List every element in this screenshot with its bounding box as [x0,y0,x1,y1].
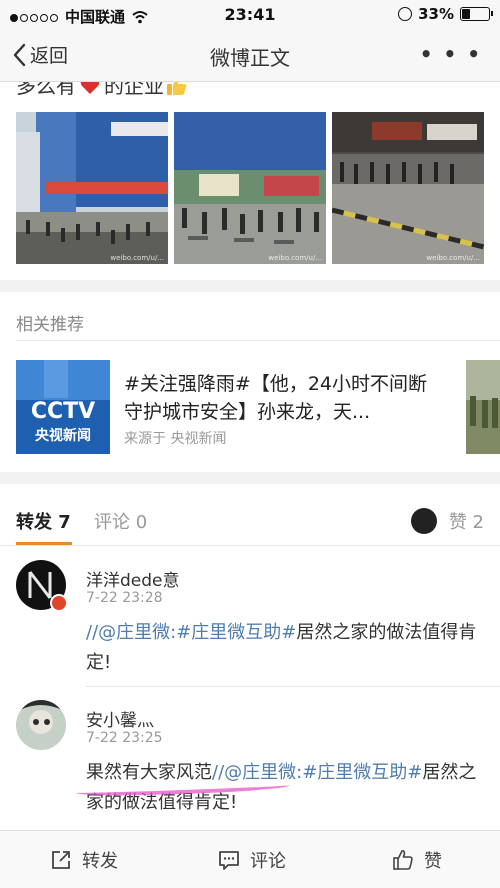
repost-user-name[interactable]: 洋洋dede意 [86,566,180,591]
more-options-button[interactable]: • • • [420,42,482,66]
status-bar: 中国联通 23:41 33% [0,0,500,30]
post-photo-grid: weibo.com/u/... weibo.com/u/... weibo.co… [16,112,484,264]
photo-watermark: weibo.com/u/... [426,254,480,262]
post-text-line: 多么有 的企业 [16,82,188,104]
divider [0,545,500,546]
battery-percent: 33% [418,5,454,23]
repost-user-name[interactable]: 安小馨灬 [86,706,154,731]
avatar[interactable] [16,700,66,750]
store-crowd-photo-3 [332,112,484,264]
store-crowd-photo-1 [16,112,168,264]
comment-bubble-icon [219,851,239,870]
repost-text: //@庄里微:#庄里微互助#居然之家的做法值得肯定! [86,618,486,678]
tab-like[interactable]: 赞 2 [410,508,484,534]
thumbs-up-icon [393,849,413,870]
comment-button-label: 评论 [250,851,286,872]
post-text-start: 多么有 [16,82,76,98]
photo-watermark: weibo.com/u/... [110,254,164,262]
divider [16,340,500,341]
related-card-title: #关注强降雨#【他，24小时不间断守护城市安全】孙来龙，天... [124,373,428,423]
divider [86,686,500,687]
hashtag-link[interactable]: #庄里微互助# [176,622,296,643]
rotation-lock-icon [398,7,413,21]
like-button[interactable]: 赞 [392,847,442,873]
store-crowd-photo-2 [174,112,326,264]
section-divider [0,280,500,292]
comment-button[interactable]: 评论 [218,847,286,873]
post-photo[interactable]: weibo.com/u/... [332,112,484,264]
related-card-source: 来源于 央视新闻 [124,431,227,447]
repost-text-prefix: 果然有大家风范 [86,762,212,783]
related-card-thumbnail: CCTV 央视新闻 [16,360,110,454]
verified-badge [50,594,68,612]
liker-avatar [410,508,437,534]
mention-link[interactable]: //@庄里微: [212,762,302,783]
post-text-end: 的企业 [104,82,164,98]
tab-like-label: 赞 2 [448,512,484,533]
post-photo[interactable]: weibo.com/u/... [16,112,168,264]
tab-repost[interactable]: 转发 7 [16,508,71,534]
photo-watermark: weibo.com/u/... [268,254,322,262]
tab-comment[interactable]: 评论 0 [94,508,147,534]
mention-link[interactable]: //@庄里微: [86,622,176,643]
hashtag-link[interactable]: #庄里微互助# [302,762,422,783]
repost-time: 7-22 23:28 [86,590,163,606]
repost-share-icon [52,851,70,869]
heart-emoji-icon [80,82,100,94]
navigation-bar: 返回 微博正文 • • • [0,30,500,82]
bottom-toolbar: 转发 评论 赞 [0,830,500,888]
cctv-logo: CCTV [31,399,95,424]
like-button-label: 赞 [424,851,442,872]
repost-time: 7-22 23:25 [86,730,163,746]
repost-button-label: 转发 [82,851,118,872]
section-divider [0,472,500,484]
battery-icon [460,7,493,21]
related-card[interactable]: CCTV 央视新闻 #关注强降雨#【他，24小时不间断守护城市安全】孙来龙，天.… [16,358,456,458]
post-photo[interactable]: weibo.com/u/... [174,112,326,264]
thumbs-up-emoji-icon [167,82,187,95]
related-section-title: 相关推荐 [16,315,84,335]
interaction-tabs: 转发 7 评论 0 赞 2 [0,492,500,546]
related-card-next-peek[interactable] [466,360,500,454]
repost-button[interactable]: 转发 [50,847,118,873]
cctv-caption: 央视新闻 [35,427,91,444]
